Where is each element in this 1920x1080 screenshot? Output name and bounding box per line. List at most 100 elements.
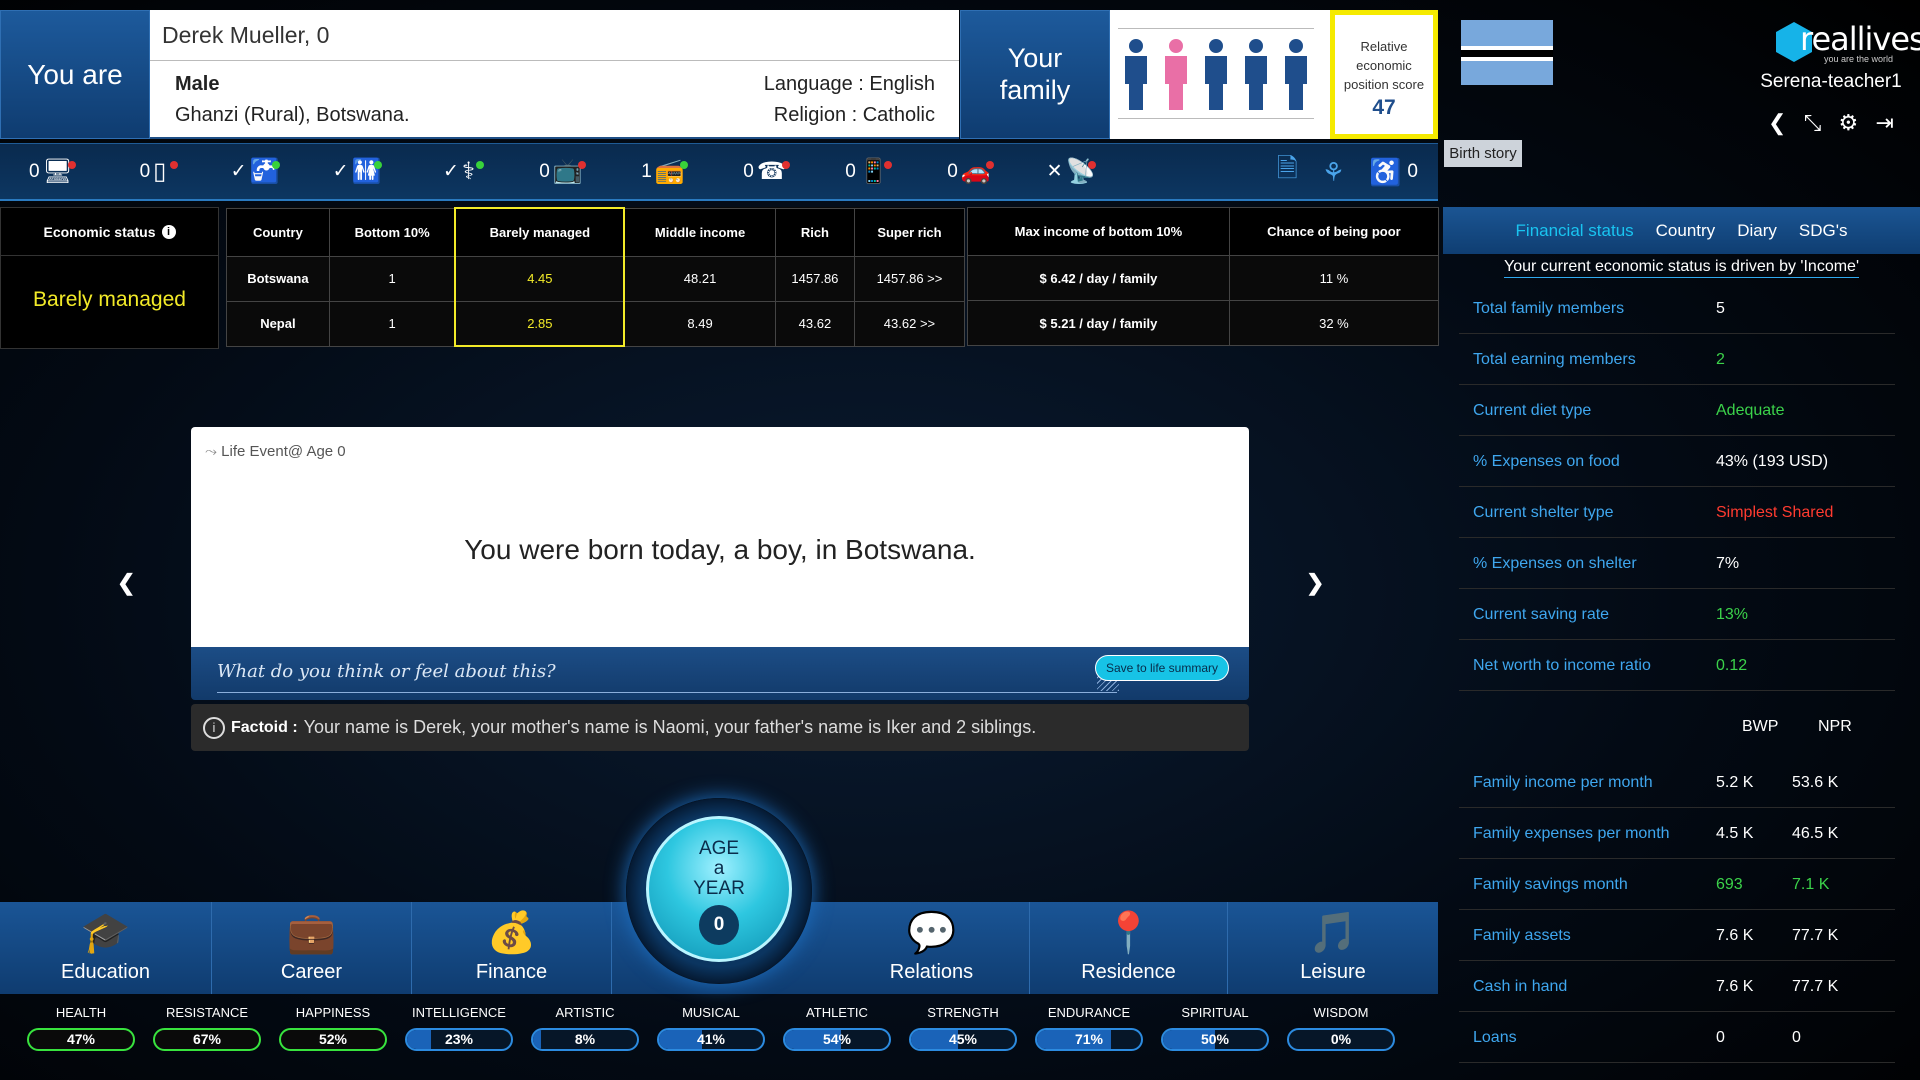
money-label: Loans [1473, 1028, 1517, 1046]
economic-score-box: Relative economic position score 47 [1330, 10, 1438, 139]
table-row: Nepal 1 2.85 8.49 43.62 43.62 >> [226, 300, 966, 347]
life-event-message: You were born today, a boy, in Botswana. [464, 534, 976, 565]
amenity-count: 0 [845, 160, 856, 182]
financial-label: Total earning members [1473, 350, 1636, 368]
stat-bar: 50% [1161, 1028, 1269, 1051]
male-figure-child-icon[interactable] [1242, 38, 1270, 115]
stat-label: SPIRITUAL [1181, 1005, 1249, 1020]
money-label: Cash in hand [1473, 977, 1568, 995]
money-row: Family savings month 693 7.1 K [1459, 860, 1895, 910]
player-name-age: Derek Mueller, 0 [162, 22, 330, 48]
amenity-tv[interactable]: 0 📺 [510, 157, 612, 186]
nav-finance[interactable]: 💰 Finance [412, 902, 612, 994]
stat-musical: MUSICAL 41% [648, 1005, 774, 1065]
birth-story-button[interactable]: Birth story [1444, 140, 1522, 167]
male-figure-child-icon[interactable] [1202, 38, 1230, 115]
currency-bwp: BWP [1742, 718, 1779, 735]
financial-label: Net worth to income ratio [1473, 656, 1651, 674]
money-npr: 7.1 K [1792, 875, 1830, 893]
amenity-car[interactable]: 0 🚗 [918, 157, 1020, 186]
nav-relations[interactable]: 💬 Relations [834, 902, 1030, 994]
documents-icon[interactable]: 🗎 [1277, 150, 1298, 194]
career-icon: 💼 [286, 911, 337, 955]
financial-value: 43% (193 USD) [1716, 452, 1829, 470]
info-icon[interactable]: i [161, 224, 176, 239]
healthcare-icon: ⚕ [461, 158, 475, 185]
settings-icon[interactable]: ⚙ [1839, 110, 1859, 136]
stat-resistance: RESISTANCE 67% [144, 1005, 270, 1065]
status-dot [884, 161, 892, 169]
stat-wisdom: WISDOM 0% [1278, 1005, 1404, 1065]
logout-icon[interactable]: ⇥ [1876, 110, 1894, 136]
attribute-stats: HEALTH 47% RESISTANCE 67% HAPPINESS 52% INTELL… [18, 1005, 1418, 1065]
disability-count: 0 [1407, 161, 1418, 182]
your-family-button[interactable]: Your family [960, 10, 1110, 139]
stat-value: 8% [574, 1031, 596, 1047]
amenity-mobile[interactable]: 0 📱 [816, 157, 918, 186]
previous-event-icon[interactable]: ❮ [117, 570, 135, 596]
stat-value: 41% [696, 1031, 726, 1047]
economic-comparison-table: Country Bottom 10% Barely managed Middle in… [226, 207, 966, 347]
amenity-fridge[interactable]: 0 ▯ [102, 157, 204, 186]
money-label: Family savings month [1473, 875, 1628, 893]
male-figure-adult-icon[interactable] [1122, 38, 1150, 115]
tab-sdg-s[interactable]: SDG's [1799, 221, 1848, 241]
money-label: Family income per month [1473, 773, 1653, 791]
disability-icon[interactable]: ♿ [1369, 157, 1401, 188]
you-are-label: You are [0, 10, 150, 139]
collapse-icon[interactable]: ⤡ [1804, 110, 1822, 136]
amenity-radio[interactable]: 1 📻 [612, 157, 714, 186]
tab-country[interactable]: Country [1656, 221, 1716, 241]
reflection-input[interactable]: What do you think or feel about this? [217, 661, 556, 682]
status-dot [170, 161, 178, 169]
save-to-life-summary-button[interactable]: Save to life summary [1094, 655, 1229, 681]
divider [1118, 118, 1314, 119]
amenity-count: 0 [28, 160, 40, 182]
stat-spiritual: SPIRITUAL 50% [1152, 1005, 1278, 1065]
nav-leisure[interactable]: 🎵 Leisure [1228, 902, 1438, 994]
nav-residence[interactable]: 📍 Residence [1030, 902, 1228, 994]
status-dot [782, 161, 790, 169]
table-cell: 48.21 [623, 255, 776, 302]
table-cell: 11 % [1228, 255, 1440, 301]
tab-diary[interactable]: Diary [1737, 221, 1777, 241]
family-members[interactable] [1110, 10, 1330, 139]
botswana-flag-icon[interactable] [1461, 20, 1553, 85]
factoid: i Factoid : Your name is Derek, your mot… [191, 704, 1249, 751]
financial-row: % Expenses on food 43% (193 USD) [1459, 437, 1895, 487]
amenity-water-tap[interactable]: ✓ 🚰 [204, 157, 306, 186]
amenity-telephone[interactable]: 0 ☎ [714, 157, 816, 186]
table-cell: 8.49 [623, 300, 776, 347]
poverty-table: Max income of bottom 10% Chance of being … [967, 207, 1440, 346]
relations-icon: 💬 [906, 911, 957, 955]
stat-health: HEALTH 47% [18, 1005, 144, 1065]
status-dot [680, 161, 688, 169]
economic-status-label: Economic status [43, 223, 156, 240]
stat-label: MUSICAL [682, 1005, 740, 1020]
male-figure-child-icon[interactable] [1282, 38, 1310, 115]
tab-financial-status[interactable]: Financial status [1516, 221, 1634, 241]
table-cell: 43.62 [774, 300, 855, 347]
amenity-internet[interactable]: ✕ 📡 [1020, 157, 1122, 186]
stat-bar: 67% [153, 1028, 261, 1051]
nav-career[interactable]: 💼 Career [212, 902, 412, 994]
organization-icon[interactable]: ⚘ [1322, 157, 1345, 188]
next-event-icon[interactable]: ❯ [1306, 570, 1324, 596]
amenity-computer[interactable]: 0 🖥 [0, 157, 102, 186]
amenities-bar: 0 🖥 0 ▯ ✓ 🚰 ✓ 🚻 ✓ ⚕ 0 📺 1 📻 0 ☎ 0 📱 0 🚗 ✕ 📡 🗎 ⚘ ♿ 0 [0, 143, 1438, 201]
stat-bar: 0% [1287, 1028, 1395, 1051]
female-figure-adult-icon[interactable] [1162, 38, 1190, 115]
back-icon[interactable]: ❮ [1768, 110, 1786, 136]
age-a-year-button[interactable]: AGE a YEAR 0 [646, 816, 792, 962]
stat-bar: 54% [783, 1028, 891, 1051]
amenity-toilet[interactable]: ✓ 🚻 [306, 157, 408, 186]
stat-label: ATHLETIC [806, 1005, 868, 1020]
age-label: AGE [698, 838, 740, 859]
table-cell: 32 % [1228, 300, 1440, 346]
amenity-healthcare[interactable]: ✓ ⚕ [408, 157, 510, 186]
nav-label: Finance [475, 961, 548, 983]
stat-label: ENDURANCE [1047, 1005, 1131, 1020]
stat-value: 50% [1200, 1031, 1230, 1047]
nav-education[interactable]: 🎓 Education [0, 902, 212, 994]
money-npr: 53.6 K [1792, 773, 1839, 791]
